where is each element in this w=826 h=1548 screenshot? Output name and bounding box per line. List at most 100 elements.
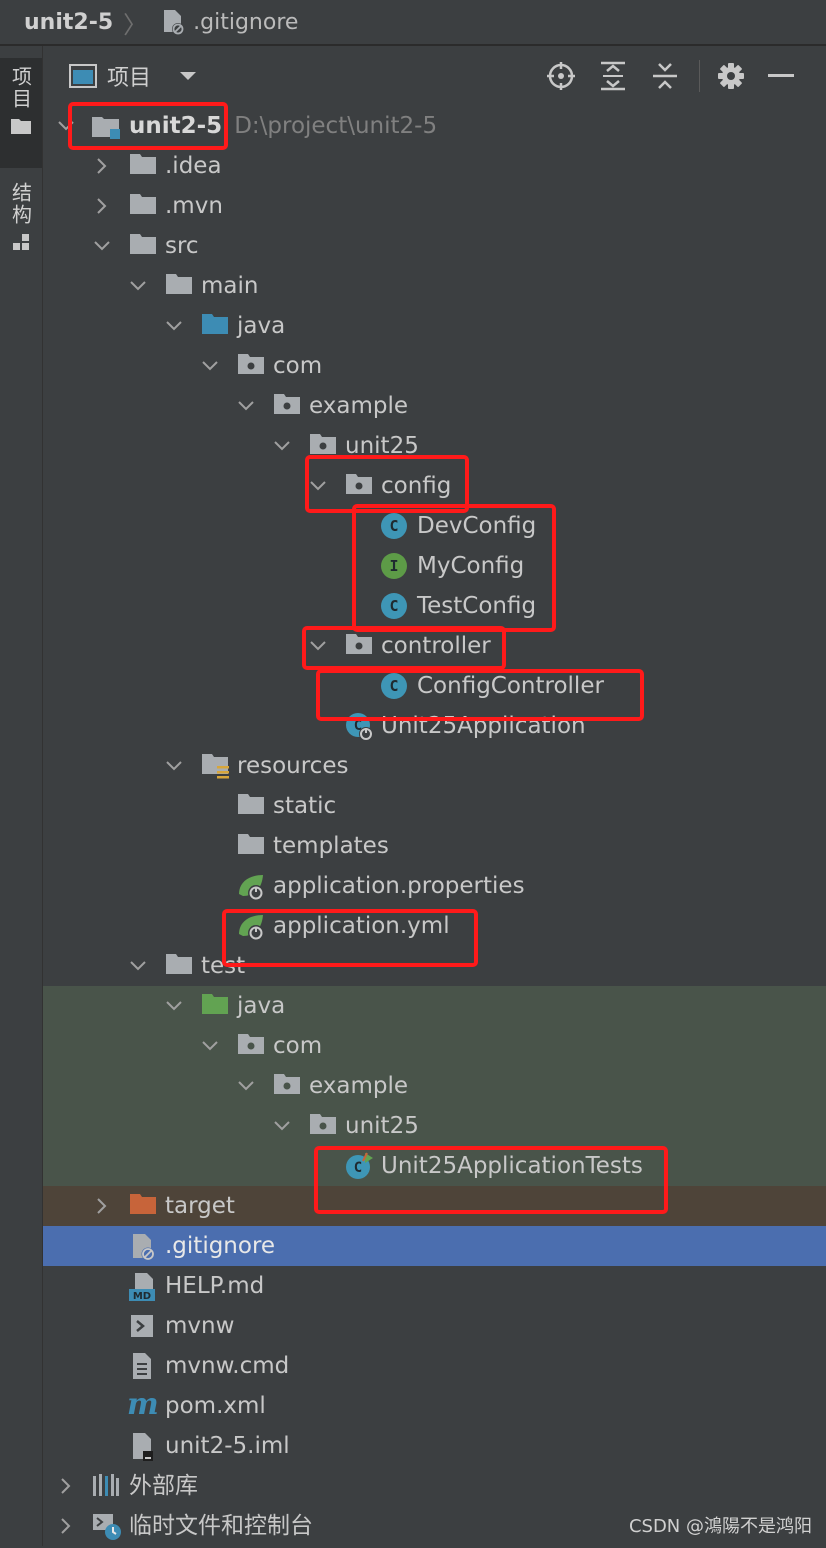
structure-tool-tab-label: 结构 bbox=[8, 182, 33, 226]
navigation-bar: unit2-5 〉 .gitignore bbox=[0, 0, 826, 46]
module-file-icon bbox=[129, 1432, 157, 1461]
tree-row-templates[interactable]: templates bbox=[43, 826, 826, 866]
tree-row-configcontroller[interactable]: C ConfigController bbox=[43, 666, 826, 706]
tree-row-config[interactable]: config bbox=[43, 466, 826, 506]
structure-tool-tab[interactable]: 结构 bbox=[0, 178, 42, 278]
chevron-down-icon[interactable] bbox=[127, 275, 149, 297]
tree-label: templates bbox=[273, 833, 389, 859]
tree-label: java bbox=[237, 313, 286, 339]
chevron-right-icon[interactable] bbox=[91, 1195, 113, 1217]
folder-icon bbox=[129, 232, 157, 260]
package-icon bbox=[309, 1112, 337, 1140]
tree-label: unit25 bbox=[345, 1113, 419, 1139]
tree-label: controller bbox=[381, 633, 491, 659]
class-icon: C bbox=[381, 672, 409, 700]
chevron-right-icon[interactable] bbox=[91, 155, 113, 177]
tree-row-testconfig[interactable]: C TestConfig bbox=[43, 586, 826, 626]
folder-icon bbox=[165, 272, 193, 300]
chevron-right-icon[interactable] bbox=[55, 1475, 77, 1497]
test-class-icon: C bbox=[345, 1152, 373, 1180]
tree-row-myconfig[interactable]: I MyConfig bbox=[43, 546, 826, 586]
tree-label: .mvn bbox=[165, 193, 223, 219]
structure-icon bbox=[11, 232, 31, 257]
breadcrumb-separator-icon: 〉 bbox=[123, 10, 148, 39]
folder-icon bbox=[237, 832, 265, 860]
tree-row-main[interactable]: main bbox=[43, 266, 826, 306]
tree-row-unit25application[interactable]: C Unit25Application bbox=[43, 706, 826, 746]
tree-label: com bbox=[273, 1033, 323, 1059]
tree-row-external-libraries[interactable]: 外部库 bbox=[43, 1466, 826, 1506]
tree-row-root[interactable]: unit2-5 D:\project\unit2-5 bbox=[43, 106, 826, 146]
chevron-down-icon[interactable] bbox=[91, 235, 113, 257]
tool-window-stripe: 项目 结构 bbox=[0, 46, 43, 1546]
gear-icon[interactable] bbox=[715, 60, 747, 92]
chevron-down-icon[interactable] bbox=[271, 1115, 293, 1137]
chevron-down-icon[interactable] bbox=[307, 475, 329, 497]
tree-row-application-properties[interactable]: application.properties bbox=[43, 866, 826, 906]
folder-icon bbox=[165, 952, 193, 980]
tree-label: 临时文件和控制台 bbox=[129, 1513, 313, 1539]
project-view-icon bbox=[69, 64, 97, 88]
tree-row-target[interactable]: target bbox=[43, 1186, 826, 1226]
tree-label: TestConfig bbox=[417, 593, 537, 619]
tree-row-application-yml[interactable]: application.yml bbox=[43, 906, 826, 946]
tree-row-idea[interactable]: .idea bbox=[43, 146, 826, 186]
tree-row-static[interactable]: static bbox=[43, 786, 826, 826]
tree-row-gitignore[interactable]: .gitignore bbox=[43, 1226, 826, 1266]
folder-icon bbox=[129, 192, 157, 220]
breadcrumb-project[interactable]: unit2-5 bbox=[24, 10, 113, 35]
chevron-down-icon[interactable] bbox=[235, 1075, 257, 1097]
tree-row-devconfig[interactable]: C DevConfig bbox=[43, 506, 826, 546]
tree-row-test-unit25[interactable]: unit25 bbox=[43, 1106, 826, 1146]
tree-row-mvnw-cmd[interactable]: mvnw.cmd bbox=[43, 1346, 826, 1386]
folder-icon bbox=[237, 792, 265, 820]
tree-row-main-java[interactable]: java bbox=[43, 306, 826, 346]
source-folder-icon bbox=[201, 312, 229, 340]
spring-config-icon bbox=[237, 912, 265, 941]
project-tool-tab[interactable]: 项目 bbox=[0, 58, 42, 168]
tree-row-test-example[interactable]: example bbox=[43, 1066, 826, 1106]
chevron-down-icon[interactable] bbox=[271, 435, 293, 457]
tree-row-iml[interactable]: unit2-5.iml bbox=[43, 1426, 826, 1466]
tree-row-pom-xml[interactable]: m pom.xml bbox=[43, 1386, 826, 1426]
expand-all-icon[interactable] bbox=[597, 60, 629, 92]
tree-label: unit25 bbox=[345, 433, 419, 459]
tree-row-main-unit25[interactable]: unit25 bbox=[43, 426, 826, 466]
collapse-all-icon[interactable] bbox=[649, 60, 681, 92]
excluded-folder-icon bbox=[129, 1192, 157, 1220]
view-dropdown-chevron-icon[interactable] bbox=[179, 70, 197, 82]
tree-label: 外部库 bbox=[129, 1473, 198, 1499]
minimize-icon[interactable] bbox=[765, 60, 797, 92]
chevron-down-icon[interactable] bbox=[55, 115, 77, 137]
chevron-down-icon[interactable] bbox=[127, 955, 149, 977]
tree-row-main-example[interactable]: example bbox=[43, 386, 826, 426]
tree-row-help-md[interactable]: MD HELP.md bbox=[43, 1266, 826, 1306]
chevron-down-icon[interactable] bbox=[307, 635, 329, 657]
tree-row-main-com[interactable]: com bbox=[43, 346, 826, 386]
chevron-down-icon[interactable] bbox=[163, 315, 185, 337]
tree-row-mvn[interactable]: .mvn bbox=[43, 186, 826, 226]
chevron-right-icon[interactable] bbox=[91, 195, 113, 217]
tree-row-src[interactable]: src bbox=[43, 226, 826, 266]
chevron-down-icon[interactable] bbox=[199, 355, 221, 377]
chevron-down-icon[interactable] bbox=[199, 1035, 221, 1057]
project-tool-tab-label: 项目 bbox=[8, 66, 33, 110]
tree-row-test-java[interactable]: java bbox=[43, 986, 826, 1026]
interface-icon: I bbox=[381, 552, 409, 580]
chevron-down-icon[interactable] bbox=[163, 995, 185, 1017]
tree-row-controller[interactable]: controller bbox=[43, 626, 826, 666]
class-icon: C bbox=[381, 592, 409, 620]
panel-title[interactable]: 项目 bbox=[107, 60, 151, 92]
tree-row-resources[interactable]: resources bbox=[43, 746, 826, 786]
locate-file-icon[interactable] bbox=[545, 60, 577, 92]
tree-row-unit25applicationtests[interactable]: C Unit25ApplicationTests bbox=[43, 1146, 826, 1186]
tree-label: .idea bbox=[165, 153, 222, 179]
tree-row-test-com[interactable]: com bbox=[43, 1026, 826, 1066]
tree-row-test[interactable]: test bbox=[43, 946, 826, 986]
tree-label: src bbox=[165, 233, 199, 259]
tree-row-mvnw[interactable]: mvnw bbox=[43, 1306, 826, 1346]
chevron-down-icon[interactable] bbox=[163, 755, 185, 777]
chevron-right-icon[interactable] bbox=[55, 1515, 77, 1537]
chevron-down-icon[interactable] bbox=[235, 395, 257, 417]
breadcrumb-file[interactable]: .gitignore bbox=[193, 10, 298, 35]
